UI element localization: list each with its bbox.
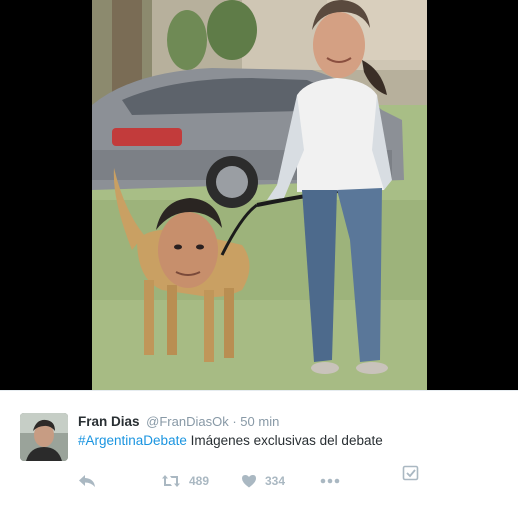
hashtag-link[interactable]: #ArgentinaDebate (78, 433, 187, 448)
heart-icon (242, 475, 256, 488)
tweet-card: Fran Dias @FranDiasOk · 50 min #Argentin… (0, 390, 518, 511)
media-viewer (0, 0, 518, 390)
reply-icon (79, 475, 95, 487)
checkbox-icon[interactable] (402, 464, 420, 482)
retweet-count: 489 (189, 474, 210, 488)
more-dots-icon (320, 478, 340, 484)
tweet-media-view: Fran Dias @FranDiasOk · 50 min #Argentin… (0, 0, 518, 511)
retweet-button[interactable]: 489 (161, 471, 209, 491)
more-button[interactable] (320, 471, 340, 491)
author-name[interactable]: Fran Dias (78, 414, 140, 429)
photo-illustration (92, 0, 427, 390)
checkbox-icon-graphic (402, 465, 419, 481)
tweet-photo[interactable] (92, 0, 427, 390)
tweet-header: Fran Dias @FranDiasOk · 50 min (78, 413, 279, 431)
avatar-image (20, 413, 68, 461)
like-button[interactable]: 334 (241, 471, 285, 491)
retweet-icon (162, 475, 180, 487)
timestamp-link[interactable]: 50 min (240, 414, 279, 429)
author-handle[interactable]: @FranDiasOk (146, 414, 229, 429)
like-count: 334 (265, 474, 286, 488)
tweet-text: #ArgentinaDebate Imágenes exclusivas del… (78, 432, 383, 450)
tweet-actions: 489 334 (78, 471, 438, 491)
tweet-body: Imágenes exclusivas del debate (190, 433, 383, 448)
separator-dot: · (232, 414, 237, 429)
reply-button[interactable] (78, 471, 96, 491)
avatar[interactable] (20, 413, 68, 461)
